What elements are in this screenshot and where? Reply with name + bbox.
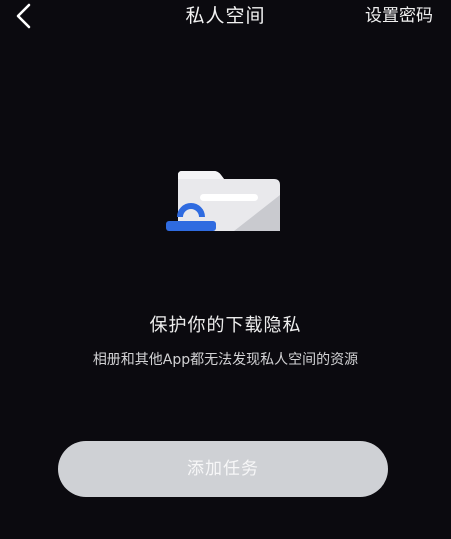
top-bar: 私人空间 设置密码	[0, 0, 451, 34]
add-task-button[interactable]: 添加任务	[58, 441, 388, 497]
folder-lock-illustration	[164, 169, 284, 231]
empty-state-description: 相册和其他App都无法发现私人空间的资源	[92, 352, 359, 368]
set-password-button[interactable]: 设置密码	[365, 5, 433, 27]
folder-lock-icon	[166, 171, 280, 231]
empty-state-headline: 保护你的下载隐私	[149, 315, 302, 336]
